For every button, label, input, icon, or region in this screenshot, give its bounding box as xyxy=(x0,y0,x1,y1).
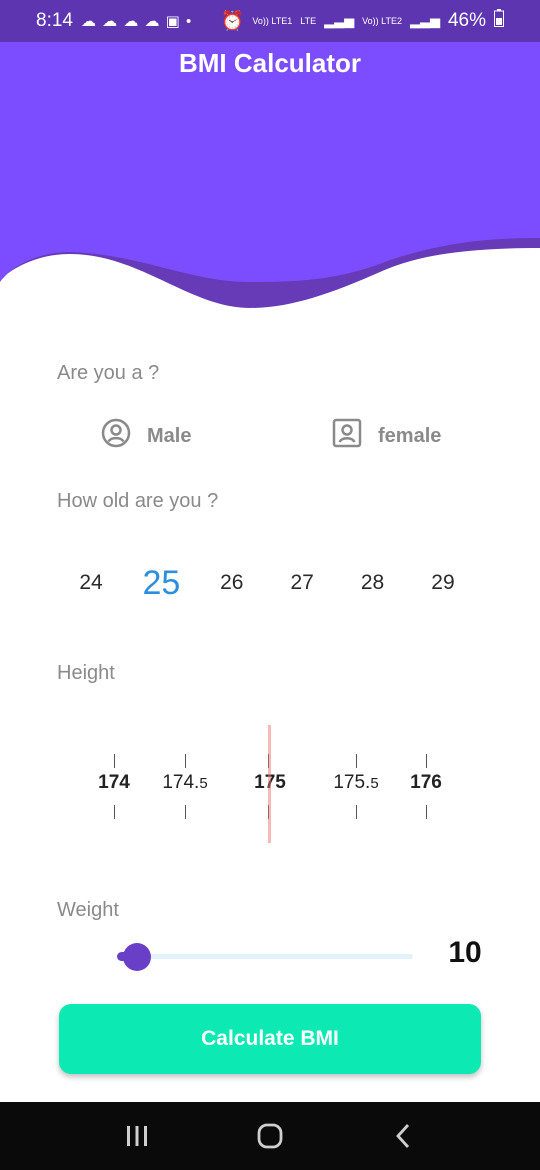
recent-apps-button[interactable] xyxy=(107,1111,167,1161)
age-option[interactable]: 26 xyxy=(197,571,267,595)
signal-icon: ▂▃▅ xyxy=(324,13,355,28)
ruler-tick xyxy=(185,805,186,819)
status-time: 8:14 xyxy=(36,10,73,31)
age-option[interactable]: 29 xyxy=(408,571,478,595)
tick-main: 174. xyxy=(162,772,200,793)
status-bar: 8:14 ☁ ☁ ☁ ☁ ▣ • ⏰ Vo)) LTE1 LTE ▂▃▅ Vo)… xyxy=(0,0,540,42)
age-picker[interactable]: 24 25 26 27 28 29 xyxy=(56,558,478,608)
ruler-tick xyxy=(114,805,115,819)
age-option[interactable]: 28 xyxy=(338,571,408,595)
page-title: BMI Calculator xyxy=(178,48,362,78)
weight-slider[interactable] xyxy=(117,940,413,974)
tick-sub: 5 xyxy=(370,775,379,792)
calculate-bmi-button[interactable]: Calculate BMI xyxy=(59,1004,481,1074)
weight-value: 10 xyxy=(448,936,482,969)
user-portrait-icon xyxy=(332,418,362,454)
home-button[interactable] xyxy=(240,1111,300,1161)
network-lte-label: LTE xyxy=(300,15,317,26)
alarm-icon: ⏰ xyxy=(220,11,245,32)
battery-icon xyxy=(494,9,504,33)
ruler-tick xyxy=(426,805,427,819)
back-button[interactable] xyxy=(373,1111,433,1161)
gender-option-label: female xyxy=(378,424,442,447)
age-option[interactable]: 24 xyxy=(56,571,126,595)
tick-sub: 5 xyxy=(199,775,208,792)
weight-label: Weight xyxy=(57,899,119,921)
battery-level: 46% xyxy=(447,10,486,31)
age-option-selected[interactable]: 25 xyxy=(126,564,196,603)
height-ruler[interactable]: 174 174.5 175 175.5 176 xyxy=(70,725,470,845)
user-circle-icon xyxy=(101,418,131,454)
signal-icon-2: ▂▃▅ xyxy=(409,13,440,28)
height-tick-label: 176 xyxy=(381,772,471,794)
header: BMI Calculator xyxy=(0,42,540,310)
gender-option-label: Male xyxy=(147,424,192,447)
age-label: How old are you ? xyxy=(57,490,219,512)
ruler-tick xyxy=(426,754,427,768)
back-chevron-icon xyxy=(396,1124,410,1148)
slider-track xyxy=(117,954,413,959)
network-1-label: Vo)) LTE1 xyxy=(252,15,293,26)
age-option[interactable]: 27 xyxy=(267,571,337,595)
home-icon xyxy=(257,1123,283,1149)
slider-thumb[interactable] xyxy=(123,943,151,971)
notification-icons: ☁ ☁ ☁ ☁ ▣ • xyxy=(80,13,193,30)
ruler-tick xyxy=(356,754,357,768)
status-right: ⏰ Vo)) LTE1 LTE ▂▃▅ Vo)) LTE2 ▂▃▅ 46% xyxy=(221,9,504,33)
network-2-label: Vo)) LTE2 xyxy=(362,15,402,26)
recent-apps-icon xyxy=(126,1126,147,1146)
ruler-tick xyxy=(114,754,115,768)
tick-main: 176 xyxy=(410,772,442,793)
header-wave-background xyxy=(0,42,540,308)
gender-label: Are you a ? xyxy=(57,362,160,384)
ruler-tick xyxy=(356,805,357,819)
height-label: Height xyxy=(57,662,115,684)
ruler-tick xyxy=(185,754,186,768)
gender-option-female[interactable]: female xyxy=(332,418,441,454)
status-left: 8:14 ☁ ☁ ☁ ☁ ▣ • xyxy=(36,10,192,32)
tick-main: 175. xyxy=(333,772,371,793)
height-tick-label: 174.5 xyxy=(140,772,230,794)
gender-option-male[interactable]: Male xyxy=(101,418,191,454)
system-nav-bar xyxy=(0,1102,540,1170)
height-indicator-line xyxy=(268,725,271,843)
tick-main: 174 xyxy=(98,772,130,793)
